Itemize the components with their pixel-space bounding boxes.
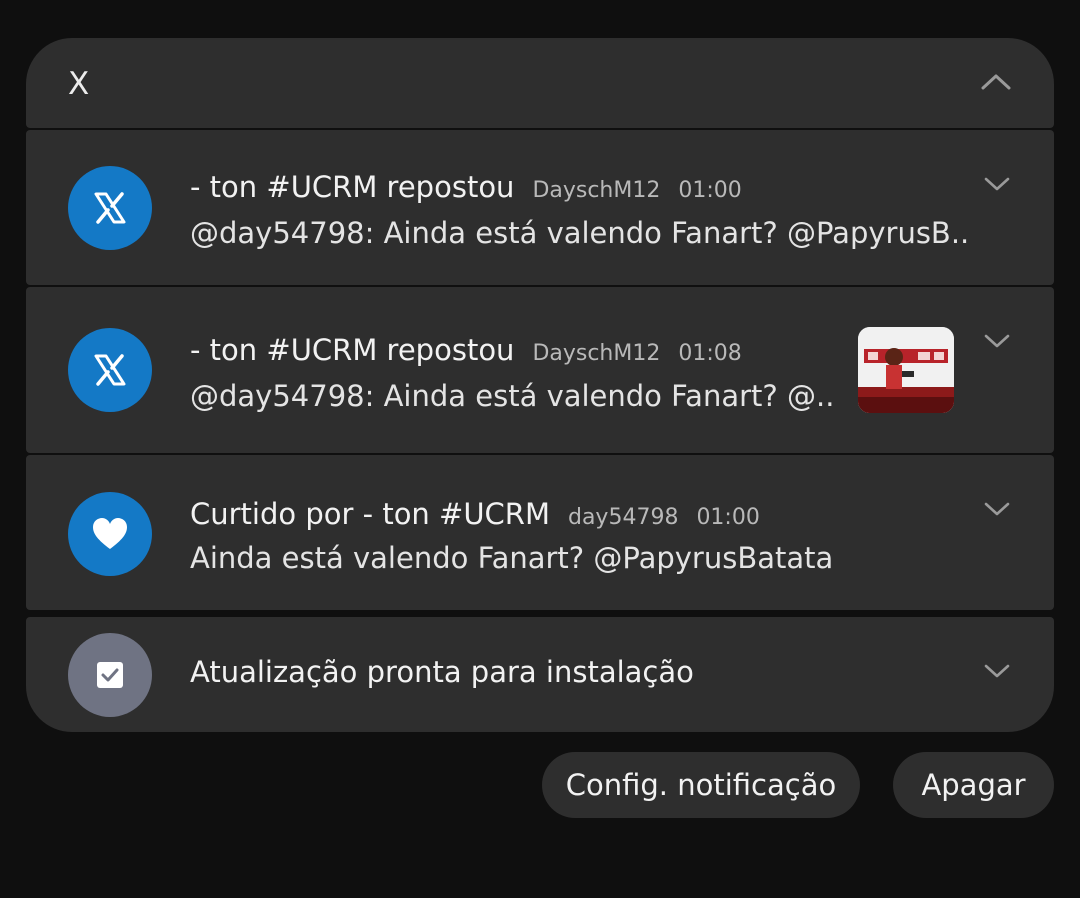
chevron-down-icon[interactable]	[982, 499, 1012, 519]
notification-time: 01:00	[678, 178, 742, 203]
notification-panel: X - ton #UCRM repostou DayschM12 01:00 @da…	[26, 38, 1054, 732]
notification-account: day54798	[567, 505, 679, 530]
notification-card[interactable]: Atualização pronta para instalação	[26, 617, 1054, 732]
x-logo-icon	[68, 166, 152, 250]
notification-body: Ainda está valendo Fanart? @PapyrusBatat…	[190, 541, 834, 575]
chevron-up-icon[interactable]	[978, 66, 1014, 96]
notification-card[interactable]: Curtido por - ton #UCRM day54798 01:00 Ain…	[26, 455, 1054, 610]
group-app-name: X	[68, 66, 91, 102]
notification-card[interactable]: - ton #UCRM repostou DayschM12 01:00 @day5…	[26, 130, 1054, 285]
notification-card[interactable]: - ton #UCRM repostou DayschM12 01:08 @day5…	[26, 287, 1054, 453]
notification-title: - ton #UCRM repostou	[190, 170, 515, 204]
notification-body: @day54798: Ainda está valendo Fanart? @.…	[190, 379, 835, 413]
notification-header: Curtido por - ton #UCRM day54798 01:00	[190, 497, 760, 531]
notification-header: - ton #UCRM repostou DayschM12 01:08	[190, 333, 742, 367]
notification-header: - ton #UCRM repostou DayschM12 01:00	[190, 170, 742, 204]
chevron-down-icon[interactable]	[982, 661, 1012, 681]
notification-time: 01:00	[696, 505, 760, 530]
notification-body: @day54798: Ainda está valendo Fanart? @P…	[190, 216, 970, 250]
clear-button[interactable]: Apagar	[893, 752, 1054, 818]
notification-settings-button[interactable]: Config. notificação	[542, 752, 860, 818]
notification-time: 01:08	[678, 341, 742, 366]
x-logo-icon	[68, 328, 152, 412]
notification-title: Curtido por - ton #UCRM	[190, 497, 550, 531]
heart-icon	[68, 492, 152, 576]
notification-account: DayschM12	[532, 341, 661, 366]
checkbox-update-icon	[68, 633, 152, 717]
notification-account: DayschM12	[532, 178, 661, 203]
notification-thumbnail[interactable]	[858, 327, 954, 413]
chevron-down-icon[interactable]	[982, 331, 1012, 351]
notification-title: Atualização pronta para instalação	[190, 655, 694, 689]
chevron-down-icon[interactable]	[982, 174, 1012, 194]
notification-header: Atualização pronta para instalação	[190, 655, 694, 689]
notification-title: - ton #UCRM repostou	[190, 333, 515, 367]
notification-group-header[interactable]: X	[26, 38, 1054, 128]
